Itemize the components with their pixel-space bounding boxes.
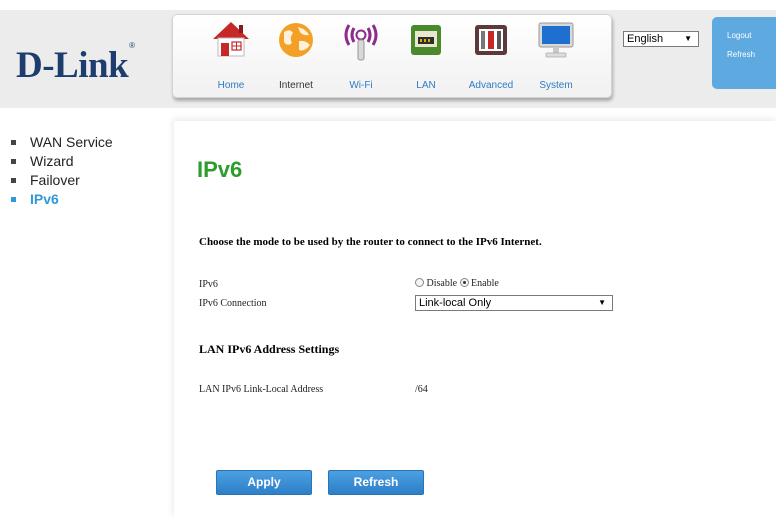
lan-ipv6-section-title: LAN IPv6 Address Settings [199, 342, 340, 356]
nav-lan[interactable]: LAN [396, 19, 456, 91]
logout-link[interactable]: Logout [727, 31, 751, 40]
nav-lan-label: LAN [416, 80, 436, 91]
nav-internet-label: Internet [279, 80, 313, 91]
language-select[interactable]: English ▼ [623, 31, 699, 47]
bullet-icon [11, 178, 16, 183]
nav-advanced-label: Advanced [468, 80, 514, 91]
nav-home-label: Home [217, 80, 245, 91]
bullet-icon [11, 197, 16, 202]
enable-radio-label: Enable [471, 278, 499, 289]
refresh-link[interactable]: Refresh [727, 50, 755, 59]
sidebar-item-wizard[interactable]: Wizard [10, 152, 113, 171]
wifi-icon [344, 24, 378, 61]
refresh-button[interactable]: Refresh [328, 470, 424, 495]
sidebar-item-label: WAN Service [30, 134, 113, 150]
sidebar-item-label: IPv6 [30, 191, 59, 207]
apply-button[interactable]: Apply [216, 470, 312, 495]
monitor-icon [538, 22, 574, 58]
content-panel [174, 121, 776, 517]
advanced-icon [475, 25, 507, 55]
language-value: English [627, 33, 664, 45]
nav-advanced[interactable]: Advanced [461, 19, 521, 91]
nav-home[interactable]: Home [201, 19, 261, 91]
home-icon [213, 22, 249, 57]
ipv6-connection-label: IPv6 Connection [199, 298, 267, 309]
chevron-down-icon: ▼ [598, 298, 606, 307]
sidebar-item-label: Failover [30, 172, 80, 188]
sidebar: WAN Service Wizard Failover IPv6 [10, 133, 113, 209]
top-strip [0, 0, 776, 10]
ipv6-connection-select[interactable]: Link-local Only ▼ [415, 295, 613, 311]
main-nav: Home Internet Wi-Fi LAN Advanced System [172, 14, 612, 98]
nav-internet[interactable]: Internet [266, 19, 326, 91]
dlink-logo: D-Link® [16, 40, 135, 86]
disable-radio[interactable] [415, 278, 424, 287]
chevron-down-icon: ▼ [684, 34, 692, 43]
user-menu: Logout Refresh [712, 17, 776, 89]
bullet-icon [11, 159, 16, 164]
page-title: IPv6 [197, 157, 243, 182]
globe-icon [279, 23, 313, 57]
ipv6-connection-value: Link-local Only [419, 297, 492, 309]
sidebar-item-failover[interactable]: Failover [10, 171, 113, 190]
nav-system-label: System [539, 80, 573, 91]
nav-wifi-label: Wi-Fi [349, 80, 373, 91]
lan-link-local-label: LAN IPv6 Link-Local Address [199, 384, 324, 395]
sidebar-item-ipv6[interactable]: IPv6 [10, 190, 113, 209]
nav-wifi[interactable]: Wi-Fi [331, 19, 391, 91]
ipv6-radio-group: Disable Enable [415, 278, 499, 289]
sidebar-item-label: Wizard [30, 153, 74, 169]
instructions-text: Choose the mode to be used by the router… [199, 236, 542, 248]
ipv6-label: IPv6 [199, 279, 218, 290]
disable-radio-label: Disable [426, 278, 458, 289]
lan-icon [411, 25, 441, 55]
enable-radio[interactable] [459, 278, 469, 287]
bullet-icon [11, 140, 16, 145]
nav-system[interactable]: System [526, 19, 586, 91]
lan-link-local-value: /64 [415, 384, 428, 395]
sidebar-item-wan-service[interactable]: WAN Service [10, 133, 113, 152]
